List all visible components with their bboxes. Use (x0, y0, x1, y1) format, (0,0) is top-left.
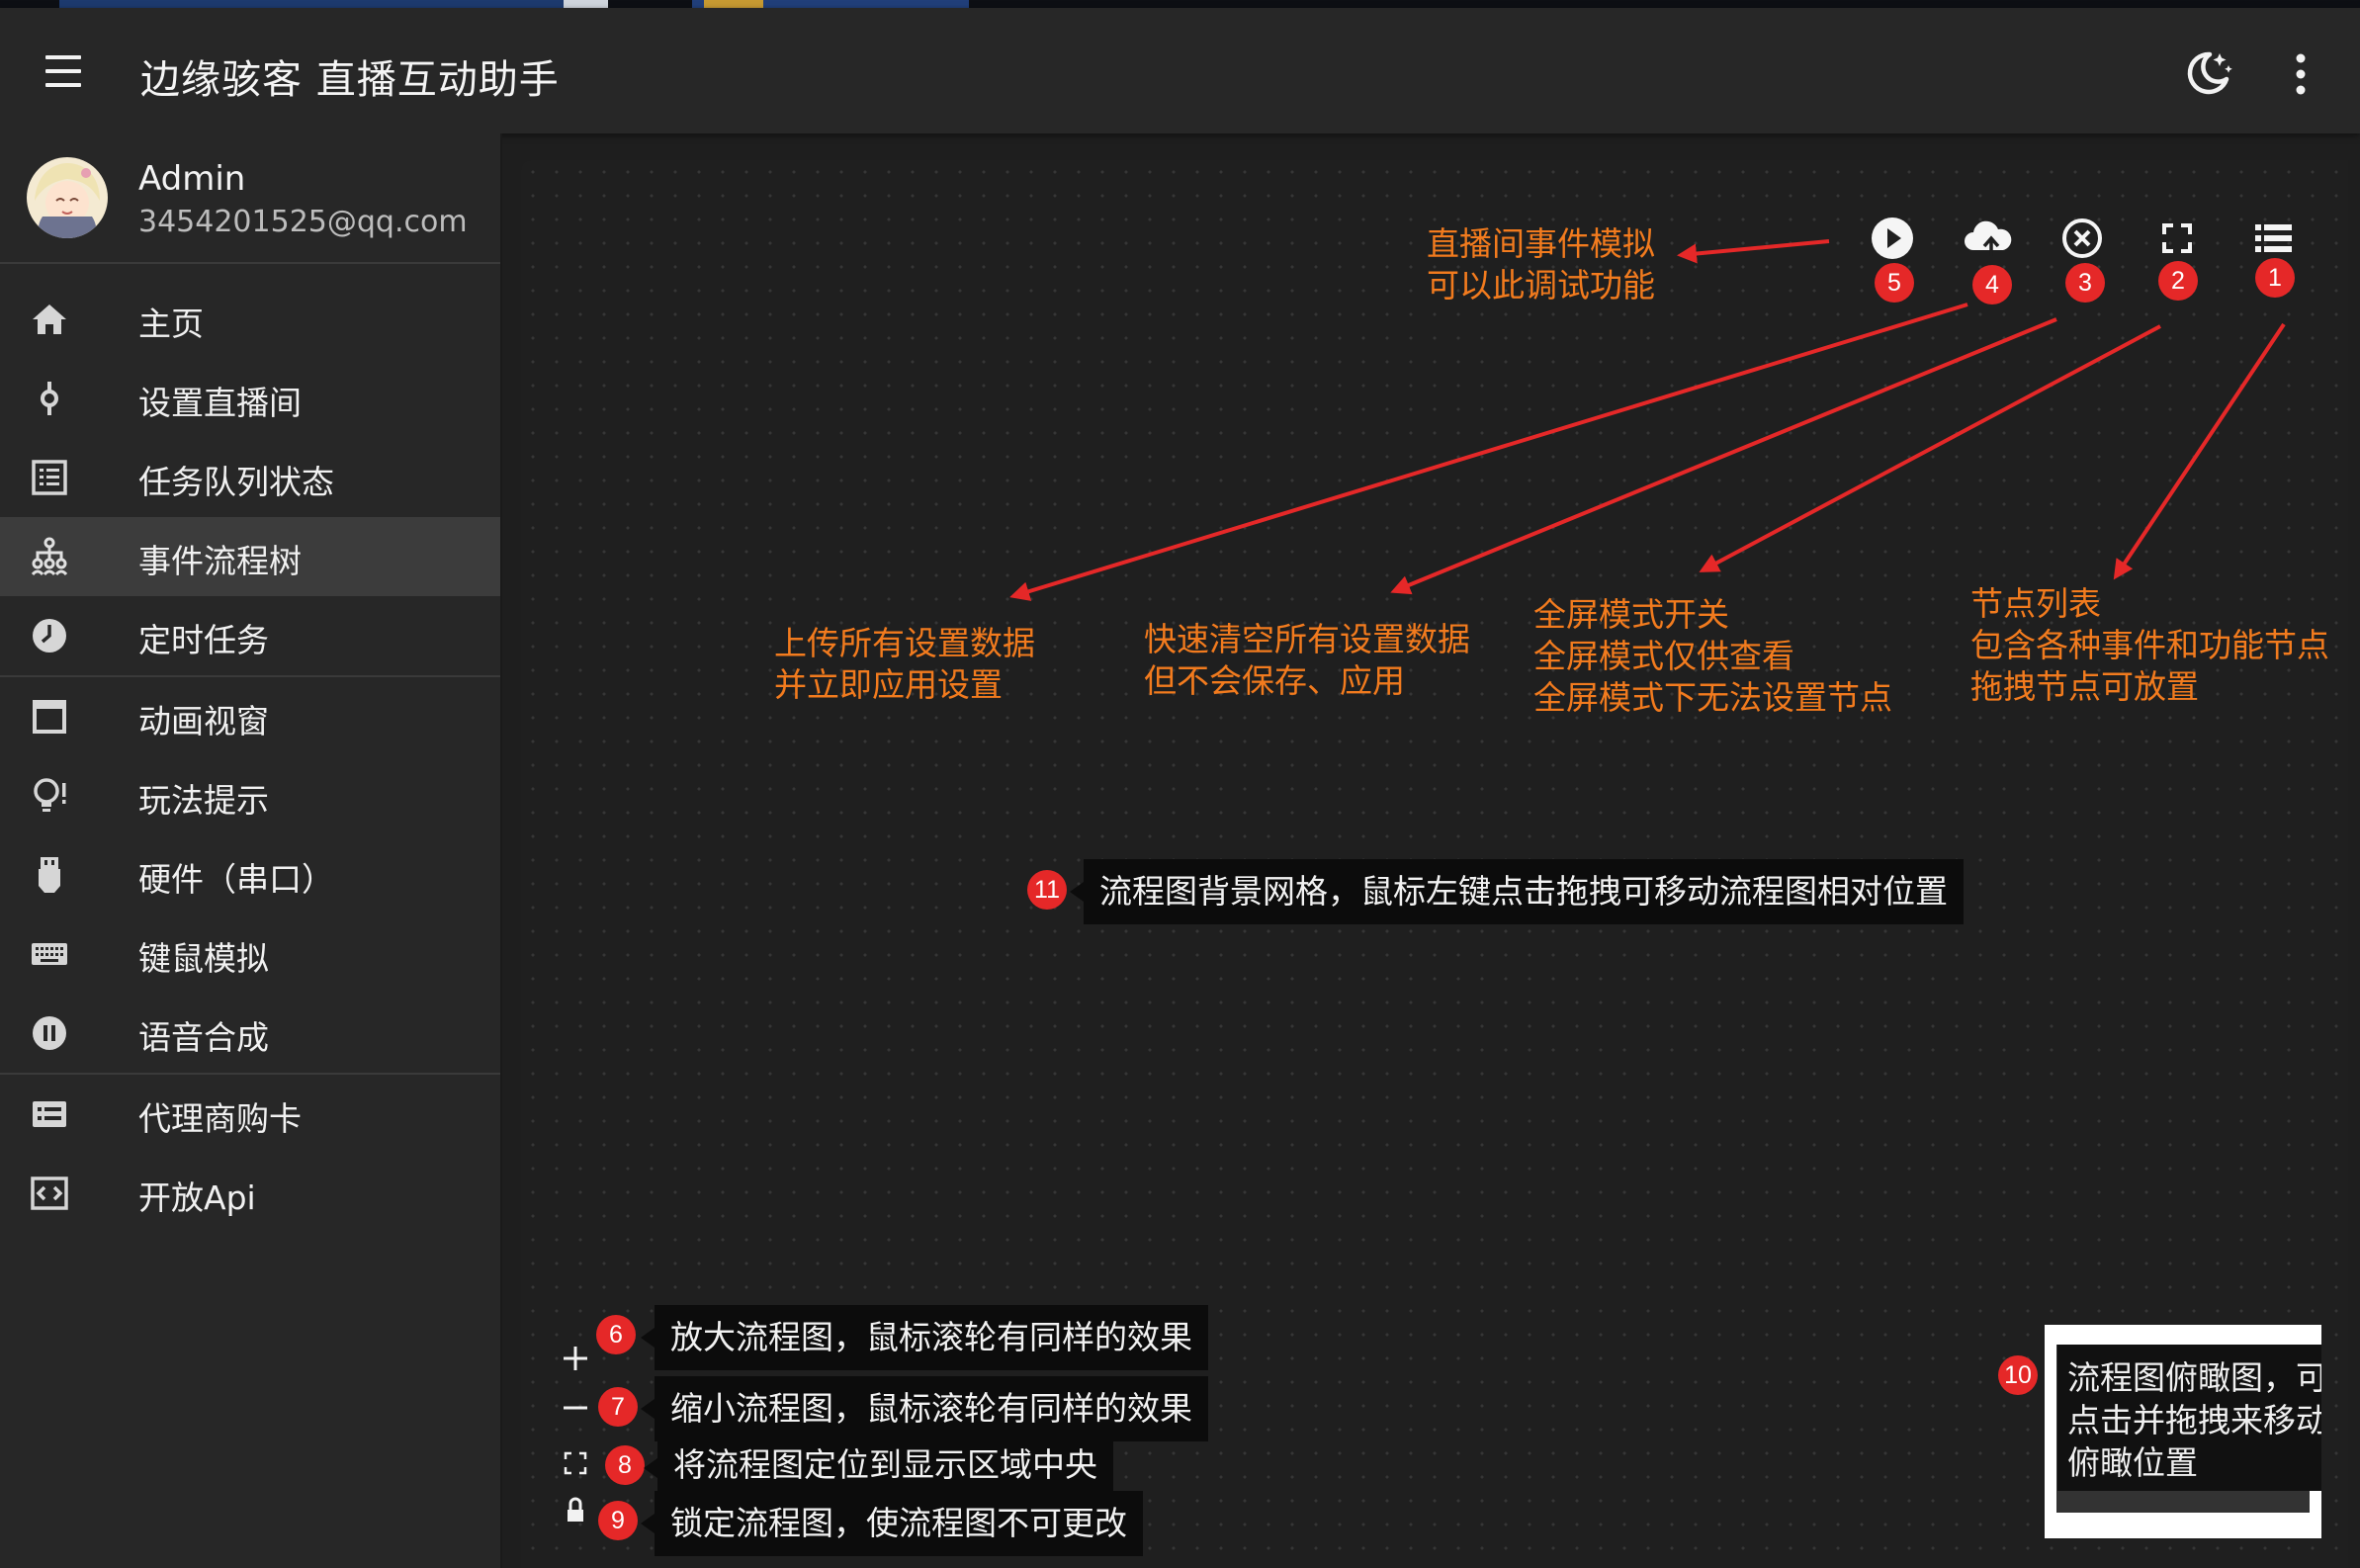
badge-7: 7 (598, 1387, 638, 1427)
minus-icon[interactable] (556, 1388, 595, 1428)
home-icon (33, 305, 66, 334)
window-icon (33, 700, 66, 734)
app-title: 边缘骇客 直播互动助手 (140, 57, 560, 103)
avatar (27, 157, 108, 238)
badge-8: 8 (605, 1445, 645, 1485)
badge-5: 5 (1875, 263, 1914, 303)
sidebar-item-label: 硬件（串口） (138, 860, 334, 899)
tooltip-grid: 流程图背景网格，鼠标左键点击拖拽可移动流程图相对位置 (1070, 859, 1964, 924)
sidebar-item-home[interactable]: 主页 (0, 280, 500, 359)
badge-11: 11 (1027, 870, 1067, 910)
user-name: Admin (138, 159, 246, 199)
tooltip-minimap: 流程图俯瞰图，可 点击并拖拽来移动 俯瞰位置 (2057, 1345, 2321, 1491)
user-email: 3454201525@qq.com (138, 205, 468, 239)
sidebar-item-label: 定时任务 (138, 621, 269, 659)
sidebar: Admin 3454201525@qq.com 主页 设置直播间 任务队列状态 (0, 133, 502, 1568)
sidebar-item-event-flow-tree[interactable]: 事件流程树 (0, 517, 500, 596)
sidebar-item-gameplay-tips[interactable]: 玩法提示 (0, 756, 500, 835)
app-bar: 边缘骇客 直播互动助手 (0, 8, 2360, 133)
window-top-strip (0, 0, 2360, 8)
annotation-fullscreen: 全屏模式开关 全屏模式仅供查看 全屏模式下无法设置节点 (1533, 595, 1892, 717)
badge-1: 1 (2255, 258, 2295, 298)
lock-icon[interactable] (556, 1491, 595, 1530)
sidebar-item-label: 动画视窗 (138, 702, 269, 740)
card-icon (33, 1101, 66, 1127)
code-icon (31, 1176, 68, 1210)
sidebar-item-live-room[interactable]: 设置直播间 (0, 359, 500, 438)
lightbulb-icon (34, 778, 66, 812)
hamburger-menu-icon[interactable] (40, 53, 87, 89)
sidebar-item-keyboard-mouse[interactable]: 键鼠模拟 (0, 915, 500, 994)
sidebar-item-label: 键鼠模拟 (138, 939, 269, 978)
badge-4: 4 (1972, 265, 2012, 305)
sidebar-item-label: 代理商购卡 (138, 1099, 302, 1138)
sidebar-item-label: 玩法提示 (138, 781, 269, 820)
close-circle-icon[interactable] (2054, 211, 2110, 266)
keyboard-icon (32, 943, 67, 965)
annotation-node-list: 节点列表 包含各种事件和功能节点 拖拽节点可放置 (1970, 584, 2329, 706)
sidebar-item-speech-synthesis[interactable]: 语音合成 (0, 994, 500, 1073)
sidebar-item-open-api[interactable]: 开放Api (0, 1154, 500, 1233)
annotation-clear: 快速清空所有设置数据 但不会保存、应用 (1144, 620, 1470, 700)
pause-circle-icon (33, 1016, 66, 1050)
badge-3: 3 (2065, 263, 2105, 303)
plus-icon[interactable] (556, 1339, 595, 1378)
sidebar-item-hardware-serial[interactable]: 硬件（串口） (0, 835, 500, 915)
tooltip-lock: 锁定流程图，使流程图不可更改 (641, 1491, 1143, 1556)
annotation-simulate: 直播间事件模拟 可以此调试功能 (1427, 224, 1655, 305)
fullscreen-icon[interactable] (2149, 211, 2205, 266)
cloud-upload-icon[interactable] (1960, 211, 2015, 266)
tooltip-fit-view: 将流程图定位到显示区域中央 (644, 1436, 1113, 1495)
sidebar-item-label: 事件流程树 (138, 542, 302, 580)
pin-icon (41, 382, 58, 415)
badge-2: 2 (2158, 261, 2198, 301)
badge-9: 9 (598, 1501, 638, 1540)
play-circle-icon[interactable] (1865, 211, 1920, 266)
moon-theme-icon[interactable] (2180, 45, 2235, 101)
badge-10: 10 (1998, 1355, 2038, 1395)
tree-icon (31, 537, 68, 576)
usb-icon (39, 857, 60, 893)
sidebar-item-label: 任务队列状态 (138, 463, 334, 501)
sidebar-item-agent-card[interactable]: 代理商购卡 (0, 1075, 500, 1154)
sidebar-item-animation-window[interactable]: 动画视窗 (0, 677, 500, 756)
sidebar-item-scheduled-tasks[interactable]: 定时任务 (0, 596, 500, 675)
fit-view-icon[interactable] (556, 1443, 595, 1483)
badge-6: 6 (596, 1315, 636, 1354)
tooltip-zoom-in: 放大流程图，鼠标滚轮有同样的效果 (641, 1305, 1208, 1370)
sidebar-item-label: 设置直播间 (138, 384, 302, 422)
tooltip-zoom-out: 缩小流程图，鼠标滚轮有同样的效果 (641, 1376, 1208, 1441)
sidebar-item-task-queue[interactable]: 任务队列状态 (0, 438, 500, 517)
list-icon (32, 460, 67, 495)
annotation-upload: 上传所有设置数据 并立即应用设置 (774, 624, 1035, 704)
clock-icon (33, 619, 66, 653)
more-vertical-icon[interactable] (2280, 47, 2321, 103)
sidebar-item-label: 主页 (138, 305, 204, 343)
user-profile[interactable]: Admin 3454201525@qq.com (0, 133, 500, 264)
sidebar-item-label: 开放Api (138, 1178, 256, 1217)
sidebar-item-label: 语音合成 (138, 1018, 269, 1057)
